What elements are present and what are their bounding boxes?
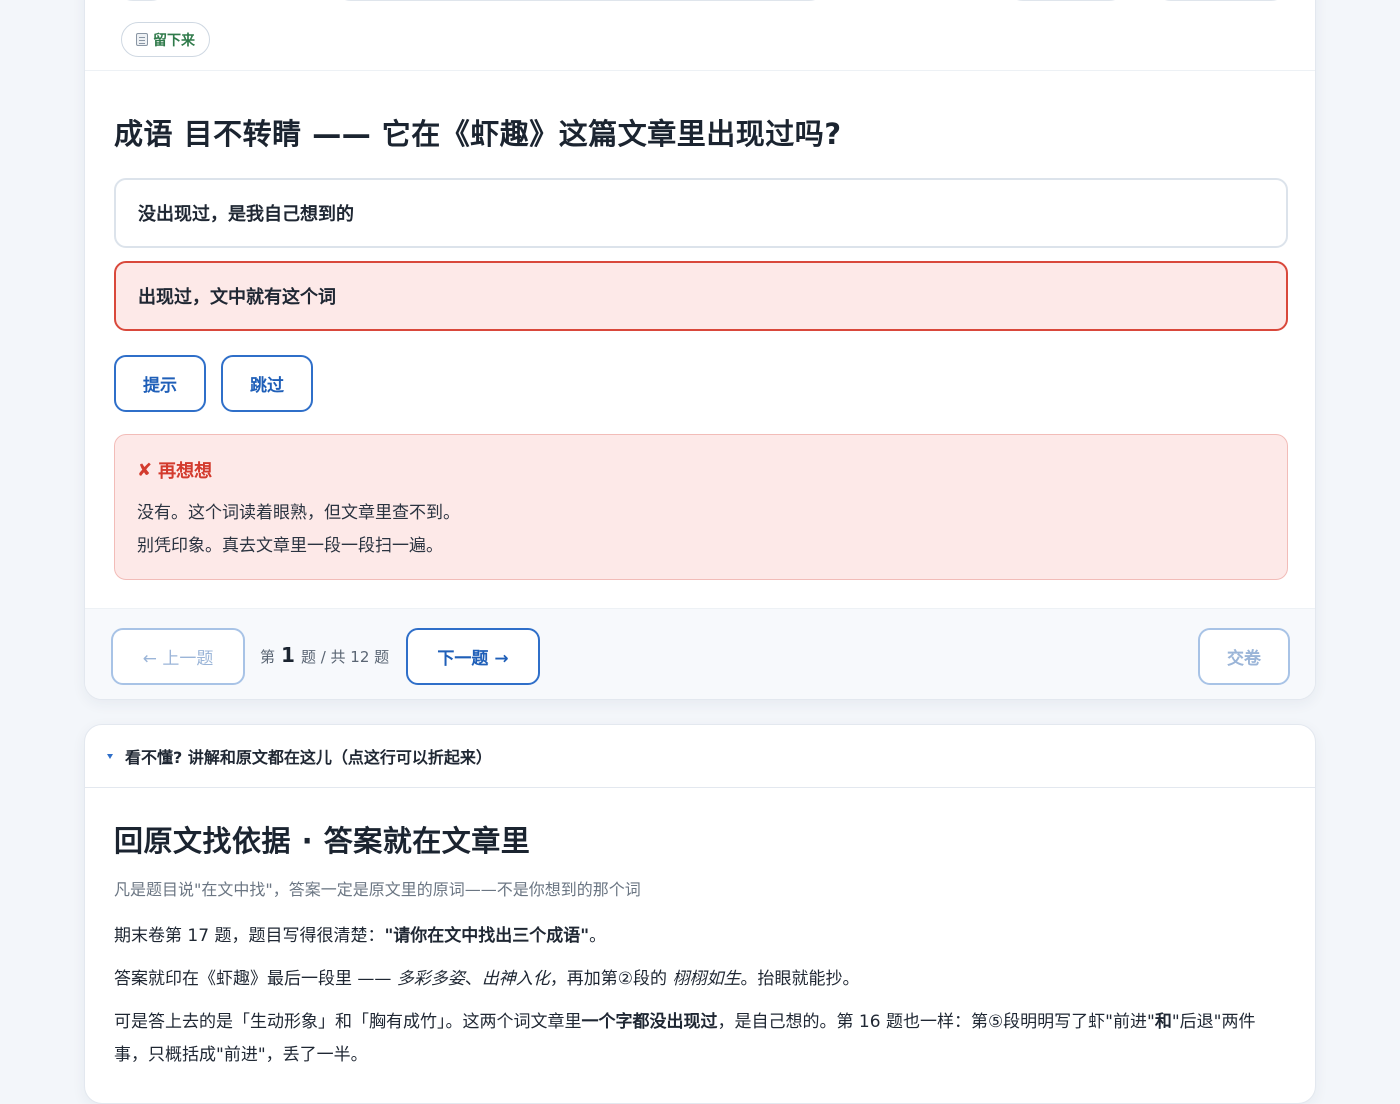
para1-end: 。: [589, 926, 607, 946]
para3-bold-2: 和: [1154, 1012, 1172, 1032]
explanation-paragraph-3: 可是答上去的是「生动形象」和「胸有成竹」。这两个词文章里一个字都没出现过，是自己…: [114, 1006, 1286, 1072]
quiz-footer: ← 上一题 第 1 题 / 共 12 题 下一题 → 交卷: [85, 608, 1315, 699]
save-chip-label: 留下来: [153, 32, 195, 49]
note-icon: [136, 33, 148, 46]
quiz-header: 留下来: [85, 0, 1315, 71]
feedback-line-2: 别凭印象。真去文章里一段一段扫一遍。: [137, 536, 443, 556]
option-a-label: 没出现过，是我自己想到的: [138, 204, 354, 225]
explanation-subtitle: 凡是题目说"在文中找"，答案一定是原文里的原词——不是你想到的那个词: [114, 880, 641, 899]
progress-prefix: 第: [260, 648, 276, 666]
progress-current: 1: [281, 643, 295, 667]
para2-text: 答案就印在《虾趣》最后一段里 ——: [114, 969, 397, 989]
save-chip[interactable]: 留下来: [121, 22, 210, 57]
explanation-body: 回原文找依据 · 答案就在文章里 凡是题目说"在文中找"，答案一定是原文里的原词…: [85, 788, 1315, 1103]
option-b-label: 出现过，文中就有这个词: [138, 287, 336, 308]
header-pill[interactable]: [115, 0, 169, 1]
para2-end: 。抬眼就能抄。: [740, 969, 860, 989]
para1-text: 期末卷第 17 题，题目写得很清楚：: [114, 926, 385, 946]
question-title: 成语 目不转睛 —— 它在《虾趣》这篇文章里出现过吗?: [114, 117, 842, 151]
idiom-2: 出神入化: [481, 969, 550, 989]
para2-mid: ，再加第②段的: [549, 969, 673, 989]
hint-button[interactable]: 提示: [114, 355, 206, 412]
option-b-selected-wrong[interactable]: 出现过，文中就有这个词: [114, 261, 1288, 331]
explanation-toggle[interactable]: 看不懂? 讲解和原文都在这儿（点这行可以折起来）: [85, 725, 1315, 788]
explanation-title: 回原文找依据 · 答案就在文章里: [114, 824, 531, 858]
explanation-toggle-label: 看不懂? 讲解和原文都在这儿（点这行可以折起来）: [125, 748, 492, 767]
quiz-card: 留下来 成语 目不转睛 —— 它在《虾趣》这篇文章里出现过吗? 没出现过，是我自…: [84, 0, 1316, 700]
disclosure-triangle-icon: [107, 753, 113, 759]
progress-indicator: 第 1 题 / 共 12 题: [260, 643, 389, 667]
idiom-1: 多彩多姿: [396, 969, 465, 989]
para3-text: 可是答上去的是「生动形象」和「胸有成竹」。这两个词文章里: [114, 1012, 582, 1032]
explanation-paragraph-1: 期末卷第 17 题，题目写得很清楚："请你在文中找出三个成语"。: [114, 920, 1286, 953]
feedback-line-1: 没有。这个词读着眼熟，但文章里查不到。: [137, 503, 460, 523]
feedback-heading: ✘ 再想想: [137, 457, 1265, 483]
header-button-b[interactable]: [1153, 0, 1289, 1]
header-button-a[interactable]: [1005, 0, 1127, 1]
prev-question-button[interactable]: ← 上一题: [111, 628, 245, 685]
para2-sep: 、: [464, 969, 482, 989]
para3-mid: ，是自己想的。第 16 题也一样：第⑤段明明写了虾"前进": [717, 1012, 1155, 1032]
progress-total: 题 / 共 12 题: [300, 648, 390, 666]
cross-icon: ✘: [137, 459, 153, 481]
feedback-panel: ✘ 再想想 没有。这个词读着眼熟，但文章里查不到。 别凭印象。真去文章里一段一段…: [114, 434, 1288, 580]
feedback-title: 再想想: [158, 461, 213, 482]
header-search[interactable]: [333, 0, 827, 1]
para3-bold-1: 一个字都没出现过: [581, 1012, 718, 1032]
para1-bold: "请你在文中找出三个成语": [384, 926, 590, 946]
skip-button[interactable]: 跳过: [221, 355, 313, 412]
explanation-card: 看不懂? 讲解和原文都在这儿（点这行可以折起来） 回原文找依据 · 答案就在文章…: [84, 724, 1316, 1104]
option-a[interactable]: 没出现过，是我自己想到的: [114, 178, 1288, 248]
explanation-paragraph-2: 答案就印在《虾趣》最后一段里 —— 多彩多姿、出神入化，再加第②段的 栩栩如生。…: [114, 963, 1286, 996]
next-question-button[interactable]: 下一题 →: [406, 628, 540, 685]
submit-button[interactable]: 交卷: [1198, 628, 1290, 685]
idiom-3: 栩栩如生: [672, 969, 741, 989]
